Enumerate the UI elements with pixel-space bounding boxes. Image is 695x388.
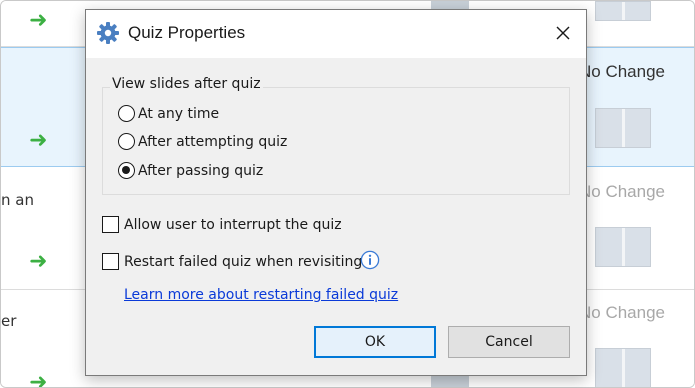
checkbox[interactable]	[102, 253, 119, 270]
checkbox-restart-failed[interactable]: Restart failed quiz when revisiting	[102, 253, 362, 270]
quiz-properties-dialog: Quiz Properties View slides after quiz A…	[85, 9, 587, 376]
checkbox-allow-interrupt[interactable]: Allow user to interrupt the quiz	[102, 216, 342, 233]
radio-at-any-time[interactable]: At any time	[118, 105, 219, 122]
row-action-text: No Change	[579, 182, 666, 201]
radio-after-passing[interactable]: After passing quiz	[118, 162, 263, 179]
dialog-title: Quiz Properties	[128, 23, 246, 42]
row-action-text: No Change	[579, 62, 666, 81]
arrow-icon: ➜	[29, 249, 48, 274]
checkbox-label: Restart failed quiz when revisiting	[124, 253, 363, 270]
row-title-text: er	[1, 312, 17, 330]
dialog-titlebar[interactable]: Quiz Properties	[86, 10, 586, 58]
ok-button[interactable]: OK	[314, 326, 436, 358]
radio-label: At any time	[138, 105, 220, 122]
close-icon[interactable]	[546, 18, 580, 48]
row-action-text: No Change	[579, 303, 666, 322]
radio-label: After passing quiz	[138, 162, 264, 179]
radio-button[interactable]	[118, 105, 135, 122]
arrow-icon: ➜	[29, 370, 48, 388]
info-icon[interactable]	[360, 250, 380, 270]
gear-icon	[97, 22, 119, 44]
radio-label: After attempting quiz	[138, 133, 288, 150]
checkbox[interactable]	[102, 216, 119, 233]
group-label: View slides after quiz	[110, 76, 263, 92]
radio-after-attempting[interactable]: After attempting quiz	[118, 133, 287, 150]
radio-button[interactable]	[118, 133, 135, 150]
slide-thumbnail	[595, 108, 651, 148]
slide-thumbnail	[595, 348, 651, 387]
radio-button[interactable]	[118, 162, 135, 179]
learn-more-link[interactable]: Learn more about restarting failed quiz	[124, 287, 398, 303]
arrow-icon: ➜	[29, 8, 48, 33]
row-title-text: n an	[1, 191, 34, 209]
slide-thumbnail	[595, 1, 651, 21]
slide-thumbnail	[595, 227, 651, 267]
checkbox-label: Allow user to interrupt the quiz	[124, 216, 342, 233]
cancel-button[interactable]: Cancel	[448, 326, 570, 358]
arrow-icon: ➜	[29, 128, 48, 153]
